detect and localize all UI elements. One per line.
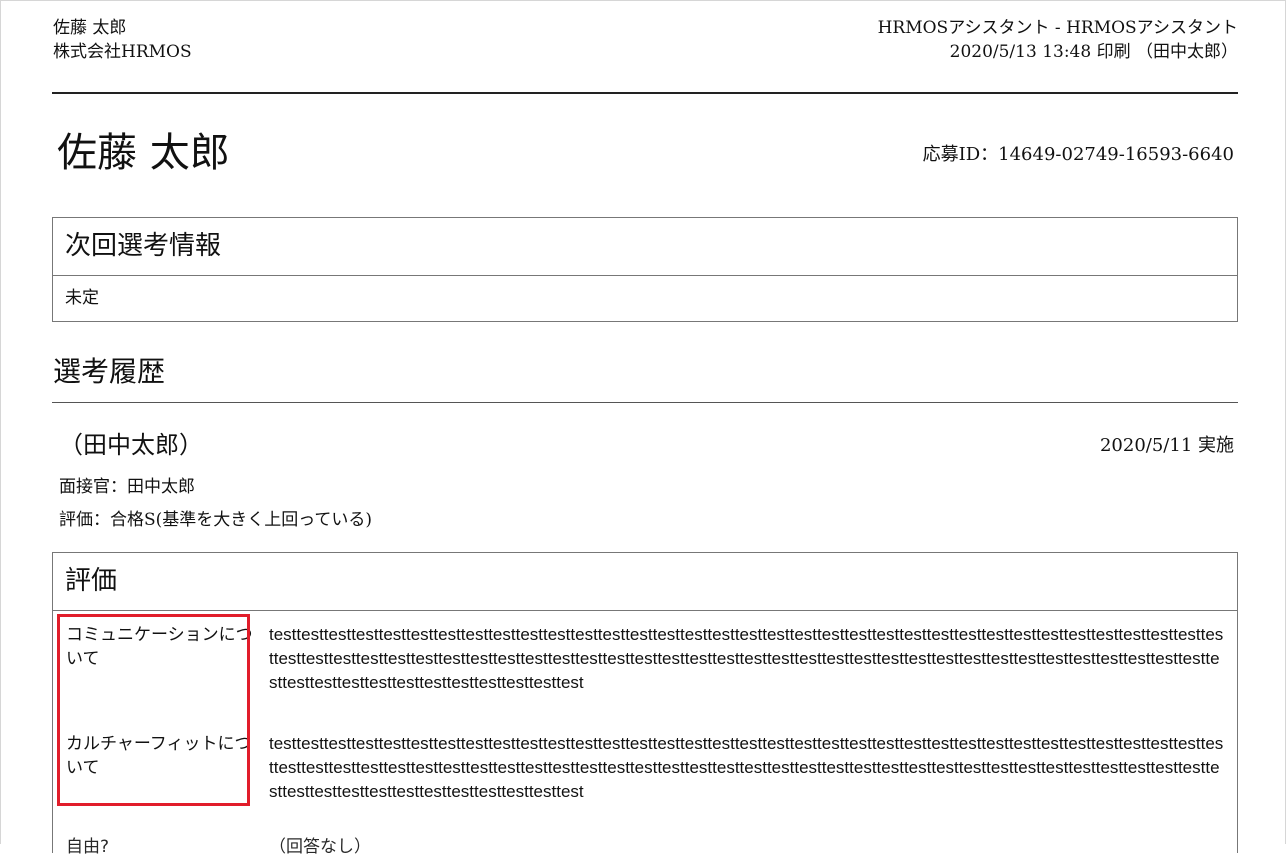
evaluation-value: （回答なし） [269, 837, 371, 856]
history-interviewer-display: （田中太郎） [59, 431, 203, 459]
header-left: 佐藤 太郎 株式会社HRMOS [53, 16, 192, 64]
history-divider [52, 402, 1238, 403]
next-selection-box: 次回選考情報 未定 [52, 217, 1238, 322]
evaluation-label: 自由? [66, 837, 110, 857]
next-selection-heading: 次回選考情報 [53, 218, 1237, 276]
header-right: HRMOSアシスタント - HRMOSアシスタント 2020/5/13 13:4… [878, 16, 1238, 64]
candidate-name: 佐藤 太郎 [57, 130, 230, 176]
highlight-box [57, 614, 250, 806]
header-print-info: 2020/5/13 13:48 印刷 （田中太郎） [949, 42, 1238, 62]
header-app-title: HRMOSアシスタント - HRMOSアシスタント [877, 18, 1238, 38]
history-date: 2020/5/11 実施 [1099, 435, 1234, 456]
header-company: 株式会社HRMOS [53, 42, 192, 62]
history-heading: 選考履歴 [53, 355, 166, 388]
header-divider [52, 92, 1238, 94]
evaluation-value: testtesttesttesttesttesttesttesttesttest… [269, 734, 1224, 801]
next-selection-value: 未定 [65, 288, 99, 308]
application-id: 応募ID：14649-02749-16593-6640 [922, 144, 1234, 165]
history-interviewer-line: 面接官：田中太郎 [59, 477, 195, 497]
history-rating-line: 評価：合格S(基準を大きく上回っている) [59, 510, 373, 530]
evaluation-heading: 評価 [53, 553, 1237, 611]
evaluation-value: testtesttesttesttesttesttesttesttesttest… [269, 625, 1224, 692]
header-candidate-name: 佐藤 太郎 [53, 18, 127, 38]
